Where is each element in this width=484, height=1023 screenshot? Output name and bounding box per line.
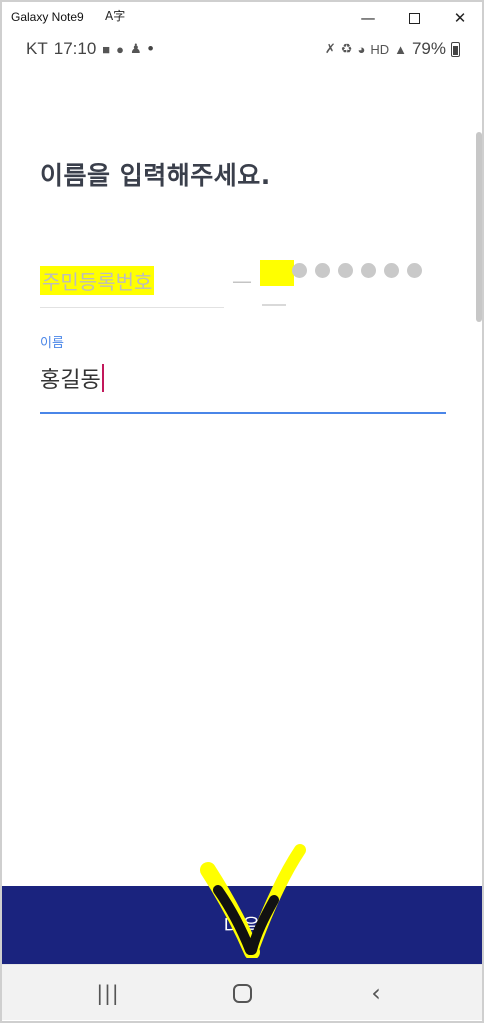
name-field-label: 이름 bbox=[40, 336, 64, 351]
recent-apps-button[interactable]: ||| bbox=[88, 977, 128, 1009]
name-input-value: 홍길동 bbox=[40, 368, 101, 393]
masked-digit-dot bbox=[315, 263, 330, 278]
mute-icon: ✗ bbox=[324, 41, 336, 56]
person-icon: ♟ bbox=[130, 41, 142, 56]
sync-icon: ♻ bbox=[340, 41, 353, 56]
status-bar: KT 17:10 ■ ● ♟ • ✗ ♻ ◕ HD ▲ 79% bbox=[2, 34, 482, 64]
resident-number-placeholder: 주민등록번호 bbox=[40, 266, 155, 295]
scrollbar-thumb[interactable] bbox=[476, 132, 482, 322]
battery-percentage: 79% bbox=[411, 39, 446, 58]
app-screen: 이름을 입력해주세요. 주민등록번호 — 이름 홍길동 bbox=[2, 64, 482, 964]
name-field-underline bbox=[40, 412, 446, 414]
more-notifications-dot: • bbox=[147, 39, 154, 58]
wifi-icon: ◕ bbox=[357, 41, 366, 57]
maximize-button[interactable] bbox=[399, 5, 429, 31]
resident-number-first-digit[interactable] bbox=[260, 260, 294, 286]
masked-digit-dot bbox=[338, 263, 353, 278]
next-button-label: 다음 bbox=[223, 916, 261, 938]
window-title: Galaxy Note9 bbox=[11, 10, 84, 24]
resident-number-back-input[interactable] bbox=[258, 254, 448, 308]
calendar-icon: ■ bbox=[102, 41, 111, 57]
resident-number-dash: — bbox=[232, 269, 252, 293]
back-button[interactable]: ‹ bbox=[356, 977, 396, 1009]
minimize-button[interactable]: — bbox=[353, 5, 383, 31]
battery-icon bbox=[451, 41, 460, 57]
time-label: 17:10 bbox=[53, 39, 97, 58]
masked-digit-dot bbox=[361, 263, 376, 278]
status-bar-left: KT 17:10 ■ ● ♟ • bbox=[26, 39, 154, 59]
maximize-icon bbox=[408, 13, 420, 24]
status-bar-right: ✗ ♻ ◕ HD ▲ 79% bbox=[325, 39, 460, 59]
window-title-bar: Galaxy Note9 A字 — ✕ bbox=[0, 0, 484, 34]
signal-icon: ▲ bbox=[394, 41, 407, 57]
first-digit-underline bbox=[262, 304, 286, 306]
carrier-label: KT bbox=[26, 39, 48, 58]
masked-digit-dot bbox=[384, 263, 399, 278]
hd-icon: HD bbox=[370, 41, 390, 57]
navigation-bar: ||| ‹ bbox=[2, 964, 482, 1020]
resident-number-row: 주민등록번호 — bbox=[40, 254, 450, 314]
masked-digits bbox=[292, 263, 422, 278]
masked-digit-dot bbox=[407, 263, 422, 278]
home-button[interactable] bbox=[222, 977, 262, 1009]
masked-digit-dot bbox=[292, 263, 307, 278]
home-icon bbox=[232, 984, 252, 1003]
talk-icon: ● bbox=[116, 41, 124, 57]
ime-language-icon[interactable]: A字 bbox=[105, 7, 125, 24]
name-input[interactable]: 홍길동 bbox=[40, 362, 104, 394]
name-field[interactable]: 이름 홍길동 bbox=[40, 328, 446, 416]
page-title: 이름을 입력해주세요. bbox=[40, 161, 271, 190]
next-button[interactable]: 다음 bbox=[2, 886, 482, 964]
resident-number-front-input[interactable]: 주민등록번호 bbox=[40, 254, 224, 308]
close-button[interactable]: ✕ bbox=[445, 5, 475, 31]
text-cursor bbox=[101, 364, 104, 392]
